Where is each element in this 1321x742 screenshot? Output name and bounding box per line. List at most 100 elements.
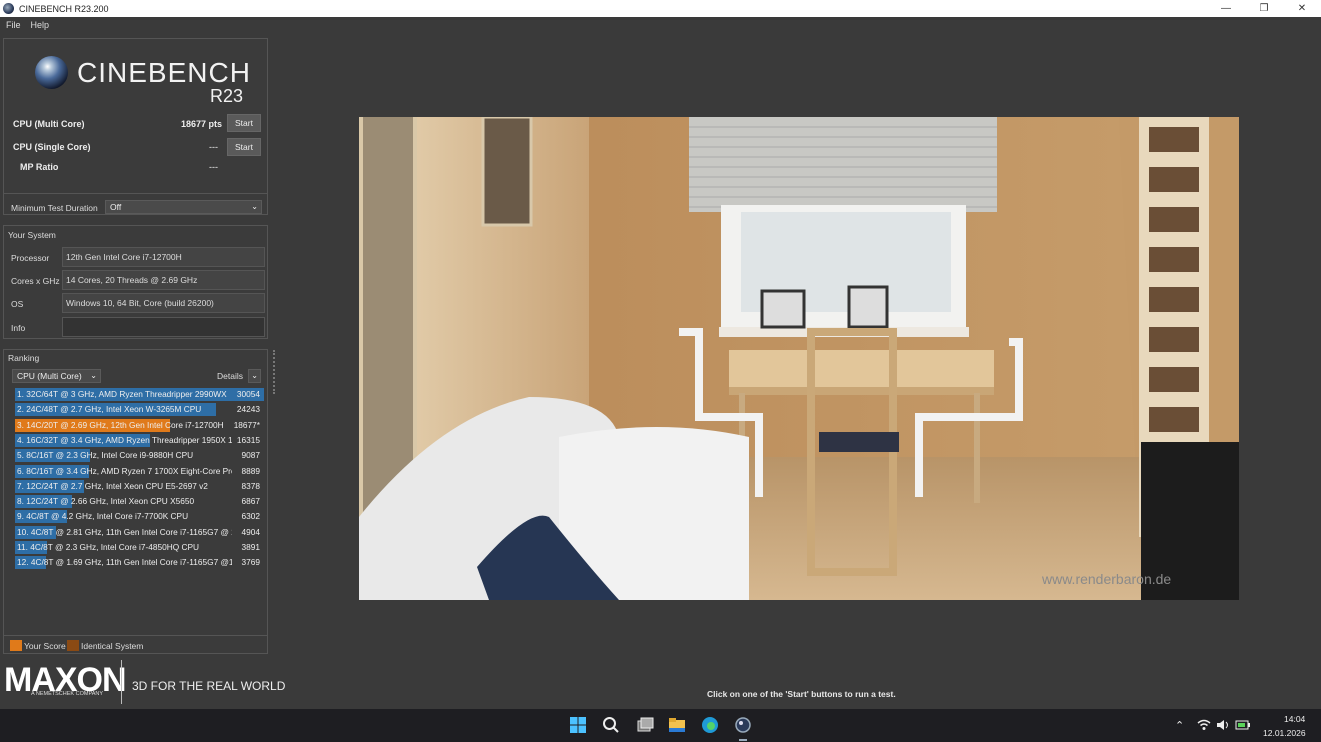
- ranking-cpu-label: 1. 32C/64T @ 3 GHz, AMD Ryzen Threadripp…: [17, 389, 227, 399]
- cinebench-sphere-icon: [35, 56, 68, 89]
- maxon-subtitle: A NEMETSCHEK COMPANY: [31, 691, 104, 697]
- ranking-score-value: 6302: [241, 511, 260, 522]
- ranking-score-value: 18677*: [233, 419, 260, 430]
- identical-swatch: [67, 640, 79, 651]
- ranking-row[interactable]: 8. 12C/24T @ 2.66 GHz, Intel Xeon CPU X5…: [15, 495, 264, 509]
- ranking-score-value: 8378: [241, 480, 260, 491]
- search-icon[interactable]: [601, 715, 621, 735]
- minimize-button[interactable]: —: [1207, 0, 1245, 17]
- system-panel: Your System Processor 12th Gen Intel Cor…: [3, 225, 268, 339]
- processor-field: 12th Gen Intel Core i7-12700H: [62, 247, 265, 267]
- ranking-score-value: 16315: [236, 434, 260, 445]
- single-core-score: ---: [209, 142, 218, 152]
- ranking-score-value: 3891: [241, 542, 260, 552]
- ranking-score-value: 4904: [241, 526, 260, 537]
- left-panel: CINEBENCH R23 CPU (Multi Core) 18677 pts…: [0, 33, 272, 709]
- ranking-row[interactable]: 9. 4C/8T @ 4.2 GHz, Intel Core i7-7700K …: [15, 510, 264, 524]
- ranking-score-value: 3769: [241, 557, 260, 568]
- brand-name: CINEBENCH: [77, 56, 251, 88]
- ranking-row[interactable]: 1. 32C/64T @ 3 GHz, AMD Ryzen Threadripp…: [15, 388, 264, 401]
- ranking-cpu-label: 10. 4C/8T @ 2.81 GHz, 11th Gen Intel Cor…: [17, 526, 232, 537]
- show-hidden-icons[interactable]: ⌃: [1175, 719, 1184, 732]
- cinebench-taskbar-icon[interactable]: [733, 715, 753, 735]
- multi-core-start-button[interactable]: Start: [227, 114, 261, 132]
- ranking-row[interactable]: 2. 24C/48T @ 2.7 GHz, Intel Xeon W-3265M…: [15, 403, 264, 417]
- cores-field: 14 Cores, 20 Threads @ 2.69 GHz: [62, 270, 265, 290]
- battery-icon[interactable]: [1235, 718, 1251, 731]
- legend-your-score: Your Score: [10, 640, 66, 651]
- footer-divider: [121, 660, 122, 704]
- windows-start-icon[interactable]: [568, 715, 588, 735]
- details-toggle[interactable]: ⌄: [248, 369, 261, 383]
- benchmark-panel: CINEBENCH R23 CPU (Multi Core) 18677 pts…: [3, 38, 268, 215]
- ranking-row-your-score[interactable]: 3. 14C/20T @ 2.69 GHz, 12th Gen Intel Co…: [15, 418, 264, 432]
- your-score-label: Your Score: [24, 640, 66, 651]
- brand-version: R23: [209, 86, 243, 106]
- ranking-score-value: 24243: [236, 404, 260, 415]
- tagline: 3D FOR THE REAL WORLD: [132, 679, 286, 693]
- volume-icon[interactable]: [1216, 719, 1230, 731]
- clock-date[interactable]: 12.01.2026: [1263, 728, 1306, 738]
- ranking-row[interactable]: 11. 4C/8T @ 2.3 GHz, Intel Core i7-4850H…: [15, 541, 264, 554]
- identical-label: Identical System: [81, 640, 144, 651]
- min-duration-value: Off: [110, 202, 122, 212]
- chevron-down-icon: ⌄: [90, 371, 97, 380]
- ranking-cpu-label: 9. 4C/8T @ 4.2 GHz, Intel Core i7-7700K …: [17, 511, 189, 522]
- render-scene-image: www.renderbaron.de: [359, 117, 1239, 600]
- your-score-swatch: [10, 640, 22, 651]
- ranking-score-value: 6867: [241, 496, 260, 507]
- mp-ratio-label: MP Ratio: [20, 162, 59, 172]
- mp-ratio-value: ---: [209, 162, 218, 172]
- ranking-cpu-label: 3. 14C/20T @ 2.69 GHz, 12th Gen Intel Co…: [17, 419, 224, 430]
- edge-browser-icon[interactable]: [700, 715, 720, 735]
- cores-label: Cores x GHz: [11, 276, 60, 286]
- menu-file[interactable]: File: [6, 20, 21, 30]
- chevron-down-icon: ⌄: [251, 202, 258, 211]
- ranking-row[interactable]: 7. 12C/24T @ 2.7 GHz, Intel Xeon CPU E5-…: [15, 479, 264, 493]
- cinebench-logo: CINEBENCH: [35, 56, 251, 89]
- ranking-row[interactable]: 10. 4C/8T @ 2.81 GHz, 11th Gen Intel Cor…: [15, 525, 264, 539]
- task-view-icon[interactable]: [635, 715, 655, 735]
- menu-bar: File Help: [0, 17, 1321, 33]
- ranking-cpu-label: 7. 12C/24T @ 2.7 GHz, Intel Xeon CPU E5-…: [17, 480, 208, 491]
- os-field: Windows 10, 64 Bit, Core (build 26200): [62, 293, 265, 313]
- title-bar: CINEBENCH R23.200 — ❐ ✕: [0, 0, 1321, 17]
- ranking-score-value: 30054: [236, 389, 260, 399]
- details-label[interactable]: Details: [217, 371, 243, 381]
- ranking-mode-value: CPU (Multi Core): [17, 371, 82, 381]
- window-title: CINEBENCH R23.200: [19, 3, 109, 14]
- ranking-row[interactable]: 6. 8C/16T @ 3.4 GHz, AMD Ryzen 7 1700X E…: [15, 464, 264, 478]
- ranking-cpu-label: 4. 16C/32T @ 3.4 GHz, AMD Ryzen Threadri…: [17, 434, 232, 445]
- ranking-mode-select[interactable]: CPU (Multi Core) ⌄: [12, 369, 101, 383]
- info-field[interactable]: [62, 317, 265, 337]
- processor-label: Processor: [11, 253, 50, 263]
- ranking-cpu-label: 6. 8C/16T @ 3.4 GHz, AMD Ryzen 7 1700X E…: [17, 465, 232, 476]
- ranking-cpu-label: 11. 4C/8T @ 2.3 GHz, Intel Core i7-4850H…: [17, 542, 199, 552]
- maximize-button[interactable]: ❐: [1245, 0, 1283, 17]
- wifi-icon[interactable]: [1197, 719, 1211, 731]
- multi-core-score: 18677 pts: [180, 119, 222, 129]
- ranking-cpu-label: 8. 12C/24T @ 2.66 GHz, Intel Xeon CPU X5…: [17, 496, 195, 507]
- divider: [4, 635, 267, 636]
- ranking-row[interactable]: 12. 4C/8T @ 1.69 GHz, 11th Gen Intel Cor…: [15, 556, 264, 570]
- ranking-row[interactable]: 4. 16C/32T @ 3.4 GHz, AMD Ryzen Threadri…: [15, 433, 264, 447]
- min-duration-select[interactable]: Off ⌄: [105, 200, 262, 214]
- status-message: Click on one of the 'Start' buttons to r…: [707, 689, 896, 699]
- ranking-score-value: 8889: [241, 465, 260, 476]
- system-title: Your System: [8, 230, 56, 240]
- ranking-cpu-label: 2. 24C/48T @ 2.7 GHz, Intel Xeon W-3265M…: [17, 404, 202, 415]
- legend-identical: Identical System: [67, 640, 143, 651]
- menu-help[interactable]: Help: [31, 20, 50, 30]
- min-duration-label: Minimum Test Duration: [11, 203, 98, 213]
- ranking-row[interactable]: 5. 8C/16T @ 2.3 GHz, Intel Core i9-9880H…: [15, 449, 264, 463]
- clock-time[interactable]: 14:04: [1284, 714, 1305, 724]
- panel-splitter-handle[interactable]: [273, 350, 275, 394]
- single-core-start-button[interactable]: Start: [227, 138, 261, 156]
- taskbar: ⌃ 14:04 12.01.2026: [0, 709, 1321, 742]
- file-explorer-icon[interactable]: [667, 715, 687, 735]
- close-button[interactable]: ✕: [1283, 0, 1321, 17]
- single-core-label: CPU (Single Core): [13, 142, 91, 152]
- cinebench-app-icon: [3, 3, 14, 14]
- os-label: OS: [11, 299, 24, 309]
- render-viewport: www.renderbaron.de: [359, 117, 1239, 600]
